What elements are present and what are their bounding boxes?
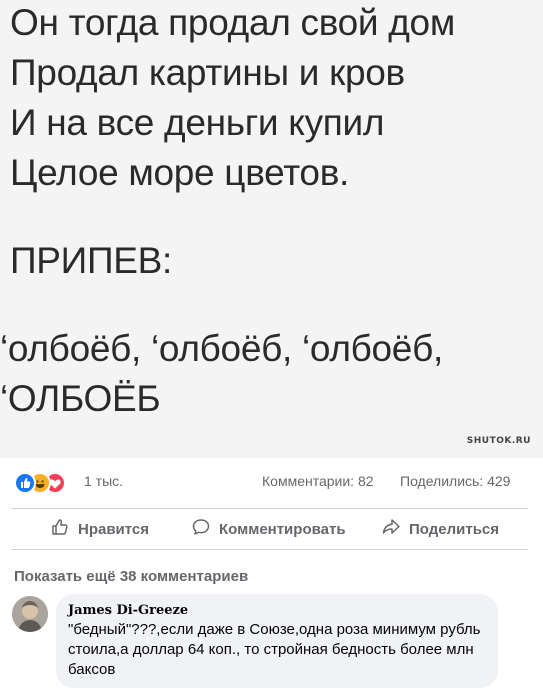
share-button[interactable]: Поделиться	[381, 509, 499, 549]
view-more-comments-link[interactable]: Показать ещё 38 комментариев	[14, 568, 248, 585]
reactions-count[interactable]: 1 тыс.	[84, 473, 123, 489]
comment-text: "бедный"???,если даже в Союзе,одна роза …	[68, 621, 481, 678]
lyric-line: ПРИПЕВ:	[10, 240, 172, 281]
lyric-line: И на все деньги купил	[10, 102, 385, 143]
lyric-line: Он тогда продал свой дом	[10, 2, 455, 43]
lyric-line: ‘олбоёб, ‘олбоёб, ‘олбоёб,	[0, 328, 443, 369]
like-button[interactable]: Нравится	[50, 509, 149, 549]
comment-button[interactable]: Комментировать	[191, 509, 346, 549]
lyric-line: Целое море цветов.	[10, 152, 350, 193]
post-image[interactable]: Он тогда продал свой дом Продал картины …	[0, 0, 543, 458]
shares-count[interactable]: Поделились: 429	[400, 473, 510, 489]
post-actions: Нравится Комментировать Поделиться	[0, 509, 543, 549]
thumbs-up-icon	[50, 517, 70, 541]
comment-bubble: James Di-Greeze "бедный"???,если даже в …	[56, 594, 498, 688]
avatar[interactable]	[12, 596, 48, 632]
comment-author[interactable]: James Di-Greeze	[68, 602, 486, 620]
comment-label: Комментировать	[219, 520, 346, 538]
comments-count[interactable]: Комментарии: 82	[262, 473, 374, 489]
like-label: Нравится	[78, 520, 150, 538]
watermark: SHUTOK.RU	[466, 436, 531, 446]
share-arrow-icon	[381, 517, 401, 541]
lyric-line: ‘ОЛБОЁБ	[0, 378, 161, 419]
lyric-line: Продал картины и кров	[10, 52, 405, 93]
stats-row: 1 тыс. Комментарии: 82 Поделились: 429	[0, 458, 543, 502]
post-footer: 1 тыс. Комментарии: 82 Поделились: 429 Н…	[0, 458, 543, 550]
divider	[12, 549, 528, 550]
like-reaction-icon	[14, 472, 36, 494]
share-label: Поделиться	[409, 520, 500, 538]
comment-bubble-icon	[191, 517, 211, 541]
